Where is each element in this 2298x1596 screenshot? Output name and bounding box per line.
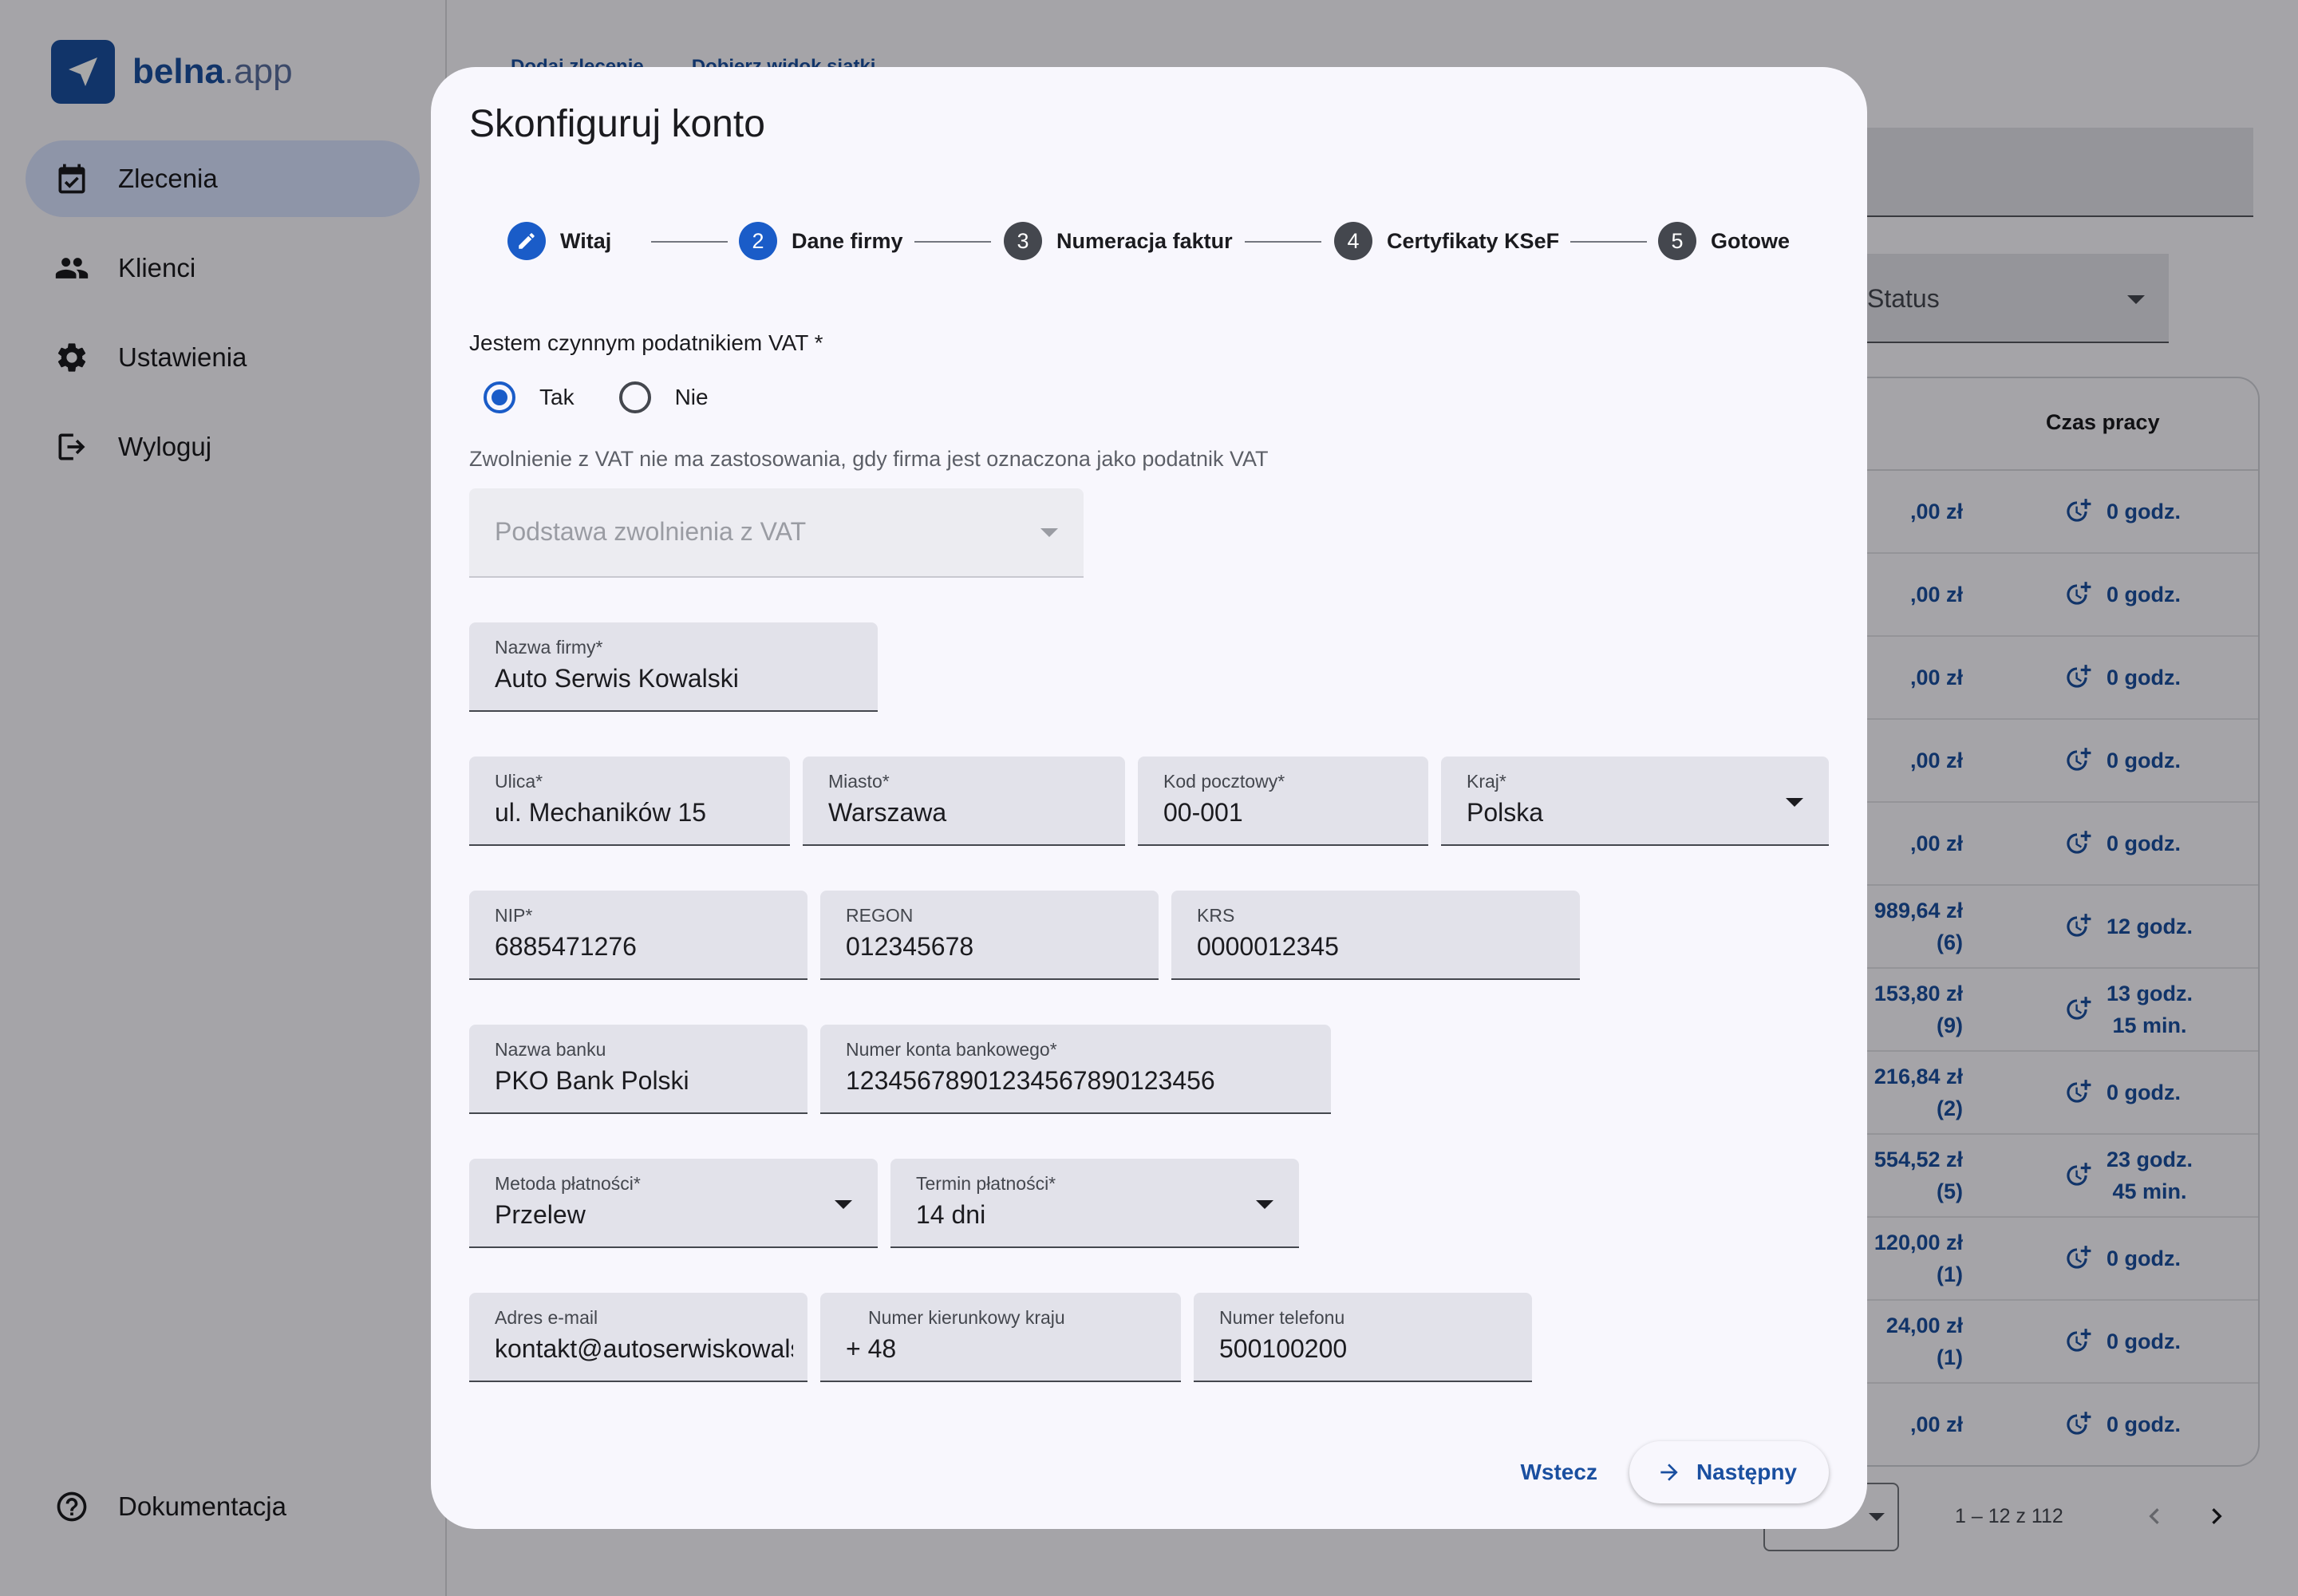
field-value: + 48	[846, 1334, 897, 1363]
country-code-field[interactable]: Numer kierunkowy kraju + 48	[820, 1293, 1181, 1382]
field-value: Warszawa	[828, 798, 947, 827]
step-label: Numeracja faktur	[1056, 228, 1233, 253]
payment-method-select[interactable]: Metoda płatności* Przelew	[469, 1159, 878, 1248]
field-label: Miasto*	[828, 771, 890, 792]
field-value: 6885471276	[495, 932, 637, 961]
step-label: Gotowe	[1711, 228, 1790, 253]
postal-code-field[interactable]: Kod pocztowy* 00-001	[1138, 757, 1428, 846]
field-label: Kod pocztowy*	[1163, 771, 1285, 792]
field-value: 14 dni	[916, 1200, 986, 1229]
field-label: Numer konta bankowego*	[846, 1039, 1057, 1060]
step-number: 4	[1334, 222, 1372, 260]
vat-hint: Zwolnienie z VAT nie ma zastosowania, gd…	[469, 447, 1269, 471]
field-value: 00-001	[1163, 798, 1243, 827]
step-dane-firmy[interactable]: 2 Dane firmy	[739, 209, 903, 273]
chevron-down-icon	[1040, 528, 1058, 537]
step-number: 2	[739, 222, 777, 260]
field-label: Nazwa banku	[495, 1039, 606, 1060]
step-label: Dane firmy	[792, 228, 903, 253]
arrow-right-icon	[1660, 1464, 1678, 1481]
vat-radio-group: Tak Nie	[484, 381, 753, 413]
field-value: ul. Mechaników 15	[495, 798, 707, 827]
dialog-actions: Wstecz Następny	[1520, 1441, 1829, 1503]
payment-term-select[interactable]: Termin płatności* 14 dni	[890, 1159, 1299, 1248]
step-label: Certyfikaty KSeF	[1387, 228, 1560, 253]
email-field[interactable]: Adres e-mail kontakt@autoserwiskowalski.…	[469, 1293, 807, 1382]
field-value: Przelew	[495, 1200, 586, 1229]
city-field[interactable]: Miasto* Warszawa	[803, 757, 1125, 846]
field-label: Numer kierunkowy kraju	[868, 1307, 1065, 1328]
dialog-title: Skonfiguruj konto	[469, 103, 765, 145]
field-value: 12345678901234567890123456	[846, 1066, 1215, 1095]
step-connector	[1245, 241, 1321, 243]
field-label: Adres e-mail	[495, 1307, 598, 1328]
step-number: 3	[1004, 222, 1042, 260]
bank-name-field[interactable]: Nazwa banku PKO Bank Polski	[469, 1025, 807, 1114]
field-label: Ulica*	[495, 771, 543, 792]
next-button[interactable]: Następny	[1629, 1441, 1829, 1503]
field-value: 500100200	[1219, 1334, 1348, 1363]
vat-no-radio[interactable]	[618, 381, 651, 413]
nip-field[interactable]: NIP* 6885471276	[469, 891, 807, 980]
bank-account-field[interactable]: Numer konta bankowego* 12345678901234567…	[820, 1025, 1331, 1114]
vat-exemption-placeholder: Podstawa zwolnienia z VAT	[495, 517, 807, 546]
company-name-field[interactable]: Nazwa firmy* Auto Serwis Kowalski	[469, 622, 878, 712]
step-numeracja-faktur[interactable]: 3 Numeracja faktur	[1004, 209, 1233, 273]
street-field[interactable]: Ulica* ul. Mechaników 15	[469, 757, 790, 846]
back-button[interactable]: Wstecz	[1520, 1460, 1597, 1485]
vat-yes-label[interactable]: Tak	[539, 385, 574, 410]
field-label: NIP*	[495, 905, 533, 926]
field-label: Kraj*	[1467, 771, 1506, 792]
step-witaj[interactable]: Witaj	[507, 209, 611, 273]
vat-yes-radio[interactable]	[484, 381, 515, 413]
step-number: 5	[1658, 222, 1696, 260]
regon-field[interactable]: REGON 012345678	[820, 891, 1159, 980]
next-button-label: Następny	[1696, 1460, 1797, 1484]
step-gotowe[interactable]: 5 Gotowe	[1658, 209, 1790, 273]
setup-dialog: Skonfiguruj konto Witaj 2 Dane firmy 3 N…	[431, 67, 1867, 1529]
step-certyfikaty-ksef[interactable]: 4 Certyfikaty KSeF	[1334, 209, 1559, 273]
step-label: Witaj	[560, 228, 612, 253]
field-label: Termin płatności*	[916, 1173, 1056, 1194]
vat-exemption-select: Podstawa zwolnienia z VAT	[469, 488, 1084, 578]
stepper: Witaj 2 Dane firmy 3 Numeracja faktur 4 …	[431, 209, 1867, 273]
step-connector	[1570, 241, 1647, 243]
chevron-down-icon	[835, 1200, 852, 1209]
field-label: Nazwa firmy*	[495, 637, 603, 658]
field-value: Polska	[1467, 798, 1544, 827]
chevron-down-icon	[1256, 1200, 1273, 1209]
country-select[interactable]: Kraj* Polska	[1441, 757, 1829, 846]
field-value: 0000012345	[1197, 932, 1339, 961]
pencil-icon	[507, 222, 546, 260]
field-label: REGON	[846, 905, 914, 926]
field-value: 012345678	[846, 932, 974, 961]
vat-question: Jestem czynnym podatnikiem VAT *	[469, 330, 823, 355]
field-value: kontakt@autoserwiskowalski.pl	[495, 1334, 793, 1363]
step-connector	[914, 241, 991, 243]
field-value: PKO Bank Polski	[495, 1066, 689, 1095]
chevron-down-icon	[1786, 798, 1803, 807]
krs-field[interactable]: KRS 0000012345	[1171, 891, 1580, 980]
field-label: Metoda płatności*	[495, 1173, 641, 1194]
field-value: Auto Serwis Kowalski	[495, 664, 739, 693]
field-label: KRS	[1197, 905, 1235, 926]
vat-no-label[interactable]: Nie	[675, 385, 709, 410]
field-label: Numer telefonu	[1219, 1307, 1345, 1328]
phone-field[interactable]: Numer telefonu 500100200	[1194, 1293, 1532, 1382]
step-connector	[651, 241, 728, 243]
